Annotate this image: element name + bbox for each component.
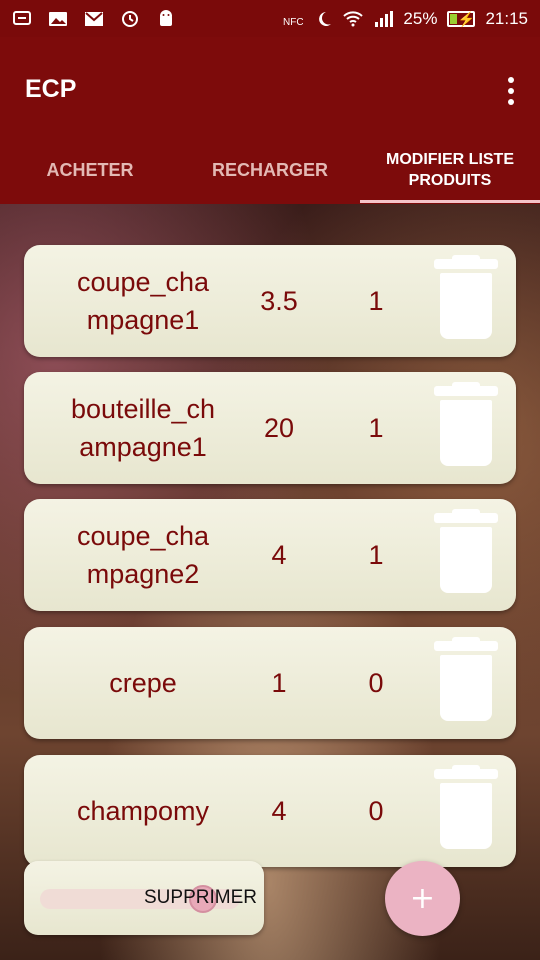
app-bar: ECP ACHETER RECHARGER MODIFIER LISTE PRO… [0,37,540,204]
battery-charging-icon: ⚡ [447,10,476,27]
add-product-button[interactable]: + [385,861,460,936]
tab-bar: ACHETER RECHARGER MODIFIER LISTE PRODUIT… [0,137,540,203]
sync-icon [120,10,140,28]
battery-fill [450,13,458,24]
trash-bin [440,527,492,593]
status-right-icons: NFC 25% ⚡ 21:15 [283,9,528,29]
signal-icon [373,10,394,28]
tab-modifier-liste-produits[interactable]: MODIFIER LISTE PRODUITS [360,137,540,203]
wifi-icon [343,10,364,28]
usb-icon [12,10,32,28]
trash-lid [434,386,498,396]
product-name: coupe_cha mpagne1 [76,267,210,335]
trash-bin [440,273,492,339]
overflow-menu-icon[interactable] [506,77,516,105]
product-list[interactable]: coupe_cha mpagne1 3.5 1 bouteille_ch amp… [0,204,540,960]
dot-icon [508,77,514,83]
product-name: champomy [76,796,210,826]
list-item[interactable]: coupe_cha mpagne1 3.5 1 [24,245,516,357]
delete-label: SUPPRIMER [144,887,257,908]
trash-lid [434,513,498,523]
product-quantity: 0 [368,667,384,698]
product-quantity: 1 [368,412,384,443]
product-quantity: 1 [368,539,384,570]
status-bar: NFC 25% ⚡ 21:15 [0,0,540,37]
dot-icon [508,88,514,94]
app-title: ECP [25,75,77,103]
trash-icon[interactable] [434,255,498,341]
trash-icon[interactable] [434,509,498,595]
trash-bin [440,783,492,849]
product-price: 1 [271,667,287,698]
delete-toggle[interactable]: SUPPRIMER [24,861,264,935]
trash-lid [434,769,498,779]
gmail-icon [84,10,104,28]
product-name: crepe [109,668,177,698]
moon-icon [313,10,333,28]
trash-bin [440,655,492,721]
bolt-icon: ⚡ [457,10,475,27]
product-quantity: 0 [368,795,384,826]
product-name: bouteille_ch ampagne1 [70,394,216,462]
trash-icon[interactable] [434,637,498,723]
trash-lid [434,641,498,651]
battery-percent: 25% [403,8,438,28]
list-item[interactable]: crepe 1 0 [24,627,516,739]
tab-recharger[interactable]: RECHARGER [180,137,360,203]
trash-bin [440,400,492,466]
list-item[interactable]: champomy 4 0 [24,755,516,867]
clock: 21:15 [485,8,528,28]
product-price: 4 [271,795,287,826]
tab-acheter[interactable]: ACHETER [0,137,180,203]
product-price: 4 [271,539,287,570]
trash-icon[interactable] [434,382,498,468]
svg-text:NFC: NFC [283,17,303,28]
product-price: 3.5 [260,285,298,316]
android-icon [156,9,176,28]
product-price: 20 [263,412,295,443]
image-icon [48,10,68,28]
product-quantity: 1 [368,285,384,316]
status-left-icons [12,9,176,28]
list-item[interactable]: coupe_cha mpagne2 4 1 [24,499,516,611]
trash-lid [434,259,498,269]
product-name: coupe_cha mpagne2 [76,521,210,589]
list-item[interactable]: bouteille_ch ampagne1 20 1 [24,372,516,484]
nfc-icon: NFC [283,10,304,28]
dot-icon [508,99,514,105]
trash-icon[interactable] [434,765,498,851]
